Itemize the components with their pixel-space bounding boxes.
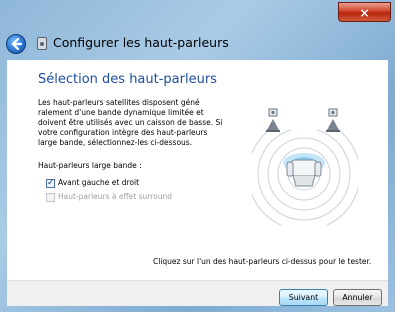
surround-checkbox: Haut-parleurs à effet surround [46, 191, 172, 203]
front-left-right-checkbox[interactable]: Avant gauche et droit [46, 177, 139, 189]
checkbox-checked-icon[interactable] [46, 177, 55, 189]
test-hint-text: Cliquez sur l'un des haut-parleurs ci-de… [153, 257, 372, 266]
dialog-window: × Configurer les haut-parleurs Sélection… [0, 0, 395, 312]
checkbox-disabled-icon [46, 192, 55, 202]
speaker-layout-diagram [230, 100, 380, 225]
speaker-icon [37, 37, 47, 50]
dialog-title: Configurer les haut-parleurs [53, 35, 229, 50]
checkbox-label: Haut-parleurs à effet surround [58, 192, 172, 201]
fullrange-group-label: Haut-parleurs large bande : [38, 161, 142, 170]
cancel-button[interactable]: Annuler [333, 289, 382, 306]
close-button[interactable]: × [338, 2, 391, 22]
listener-chair-icon [286, 159, 322, 187]
close-icon: × [359, 6, 370, 20]
description-text: Les haut-parleurs satellites disposent g… [38, 98, 223, 147]
back-arrow-icon[interactable] [6, 34, 26, 54]
checkbox-label: Avant gauche et droit [58, 178, 140, 187]
button-bar [7, 280, 388, 306]
page-heading: Sélection des haut-parleurs [38, 72, 217, 87]
next-button[interactable]: Suivant [279, 289, 328, 306]
